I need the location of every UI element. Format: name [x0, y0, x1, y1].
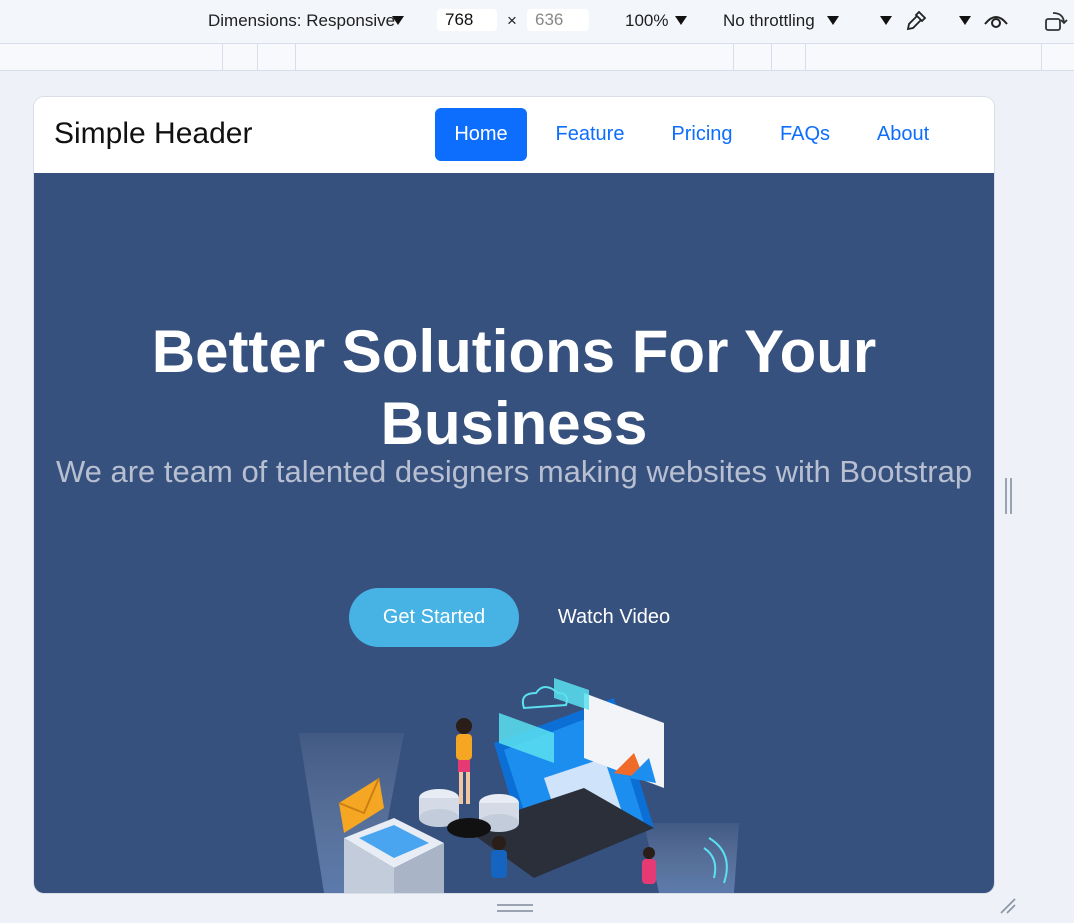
eyedropper-icon[interactable]: [904, 9, 928, 33]
caret-down-icon[interactable]: [880, 16, 892, 25]
eye-icon[interactable]: [983, 10, 1009, 32]
nav-feature[interactable]: Feature: [544, 108, 636, 161]
hero-title: Better Solutions For Your Business: [151, 318, 877, 457]
hero-subtitle: We are team of talented designers making…: [55, 454, 973, 489]
get-started-button[interactable]: Get Started: [349, 588, 519, 647]
throttling-dropdown[interactable]: No throttling: [723, 11, 815, 31]
hero-section: Better Solutions For Your Business We ar…: [34, 173, 994, 893]
watch-video-button[interactable]: Watch Video: [544, 588, 684, 647]
width-input[interactable]: 768: [437, 9, 497, 31]
nav-about[interactable]: About: [863, 108, 943, 161]
height-input[interactable]: 636: [527, 9, 589, 31]
times-symbol: ×: [507, 11, 517, 30]
hero-illustration: [299, 678, 739, 893]
caret-down-icon[interactable]: [959, 16, 971, 25]
nav-home[interactable]: Home: [435, 108, 527, 161]
zoom-dropdown[interactable]: 100%: [625, 11, 668, 31]
media-query-ruler: [0, 44, 1074, 71]
rotate-icon[interactable]: [1043, 10, 1069, 34]
resize-corner-icon[interactable]: [999, 897, 1017, 915]
site-header: Simple Header Home Feature Pricing FAQs …: [34, 97, 994, 173]
devtools-toolbar: Dimensions: Responsive 768 × 636 100% No…: [0, 0, 1074, 44]
resize-handle-bottom[interactable]: [497, 904, 533, 912]
caret-down-icon[interactable]: [827, 16, 839, 25]
device-viewport: Simple Header Home Feature Pricing FAQs …: [34, 97, 994, 893]
brand-title[interactable]: Simple Header: [54, 117, 252, 151]
nav-faqs[interactable]: FAQs: [762, 108, 848, 161]
nav-pricing[interactable]: Pricing: [656, 108, 748, 161]
caret-down-icon[interactable]: [675, 16, 687, 25]
dimensions-dropdown[interactable]: Dimensions: Responsive: [208, 11, 395, 31]
caret-down-icon[interactable]: [392, 16, 404, 25]
resize-handle-right[interactable]: [1005, 478, 1012, 514]
